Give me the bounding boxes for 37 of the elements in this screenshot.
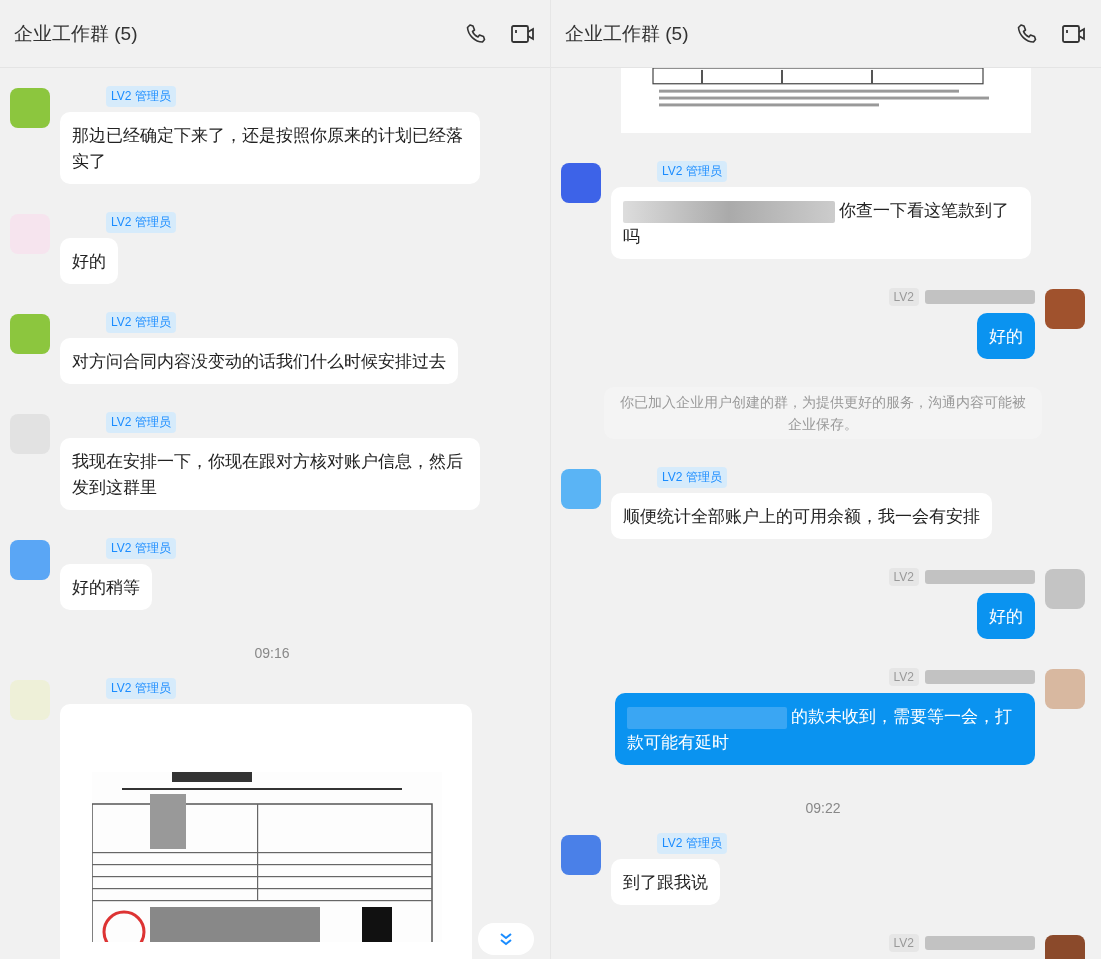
message-bubble: 好的 (977, 313, 1035, 359)
double-chevron-icon (498, 931, 514, 947)
phone-icon[interactable] (464, 21, 488, 46)
message-bubble: 好的 (977, 593, 1035, 639)
avatar[interactable] (561, 163, 601, 203)
role-badge: LV2 管理员 (657, 832, 727, 854)
message-bubble: 我现在安排一下，你现在跟对方核对账户信息，然后发到这群里 (60, 438, 480, 510)
avatar[interactable] (561, 835, 601, 875)
level-badge: LV2 (888, 934, 919, 952)
message-bubble: 你查一下看这笔款到了吗 (611, 187, 1031, 259)
message-bubble: 好的稍等 (60, 564, 152, 610)
message-bubble: 那边已经确定下来了，还是按照你原来的计划已经落实了 (60, 112, 480, 184)
phone-icon[interactable] (1015, 21, 1039, 46)
role-badge: LV2 管理员 (106, 677, 176, 699)
image-message[interactable] (60, 704, 472, 959)
message-bubble: 好的 (60, 238, 118, 284)
role-badge: LV2 管理员 (657, 466, 727, 488)
role-badge: LV2 管理员 (106, 85, 176, 107)
role-badge: LV2 管理员 (657, 160, 727, 182)
chat-title: 企业工作群 (5) (14, 21, 138, 46)
timestamp: 09:16 (253, 644, 291, 663)
message-bubble: 的款未收到，需要等一会，打款可能有延时 (615, 693, 1035, 765)
role-badge: LV2 管理员 (106, 537, 176, 559)
message-bubble: 对方问合同内容没变动的话我们什么时候安排过去 (60, 338, 458, 384)
role-badge: LV2 管理员 (106, 311, 176, 333)
message-bubble: 顺便统计全部账户上的可用余额，我一会有安排 (611, 493, 992, 539)
avatar[interactable] (1045, 289, 1085, 329)
level-badge: LV2 (888, 568, 919, 586)
level-badge: LV2 (888, 668, 919, 686)
role-badge: LV2 管理员 (106, 411, 176, 433)
level-badge: LV2 (888, 288, 919, 306)
avatar[interactable] (10, 540, 50, 580)
role-badge: LV2 管理员 (106, 211, 176, 233)
scroll-down-button[interactable] (478, 923, 534, 955)
chat-title: 企业工作群 (5) (565, 21, 689, 46)
message-bubble: 到了跟我说 (611, 859, 720, 905)
timestamp: 09:22 (804, 799, 842, 818)
